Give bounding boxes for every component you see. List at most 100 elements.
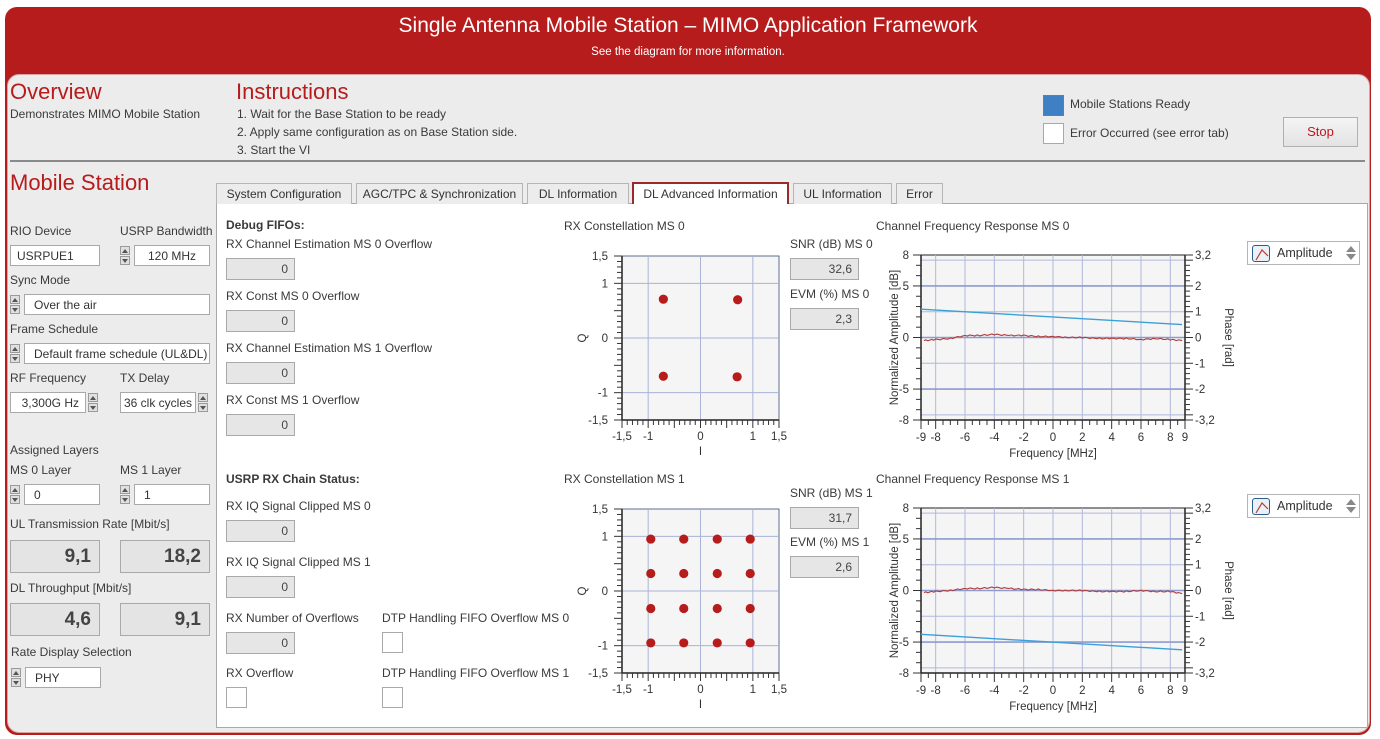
frame-schedule-label: Frame Schedule — [10, 322, 99, 336]
chevron-up-icon[interactable] — [1346, 499, 1356, 505]
error-occurred-label: Error Occurred (see error tab) — [1070, 126, 1229, 140]
chevron-down-icon[interactable] — [1346, 507, 1356, 513]
constellation-point — [712, 638, 722, 648]
rio-device-input[interactable]: USRPUE1 — [10, 245, 100, 266]
decrement-icon[interactable] — [10, 495, 20, 504]
tx-delay-stepper[interactable] — [198, 393, 208, 413]
constellation-point — [712, 603, 722, 614]
decrement-icon[interactable] — [120, 256, 130, 265]
tx-delay-label: TX Delay — [120, 371, 170, 385]
x-tick-label: 9 — [1182, 685, 1188, 697]
chevron-up-icon[interactable] — [1346, 246, 1356, 252]
ms1-layer-label: MS 1 Layer — [120, 463, 182, 477]
amplitude-plot-icon — [1252, 498, 1270, 515]
x-axis-label: I — [699, 699, 702, 711]
rf-frequency-input[interactable]: 3,300G Hz — [10, 392, 86, 413]
increment-icon[interactable] — [120, 485, 130, 494]
y-tick-label: -8 — [899, 415, 909, 427]
y2-tick-label: -1 — [1195, 358, 1205, 370]
decrement-icon[interactable] — [88, 403, 98, 412]
legend-stepper[interactable] — [1346, 244, 1356, 264]
tab-dl-advanced-information[interactable]: DL Advanced Information — [632, 182, 789, 204]
constellation-point — [732, 372, 742, 382]
error-occurred-led — [1043, 123, 1064, 144]
clipped-ms1-label: RX IQ Signal Clipped MS 1 — [226, 555, 371, 569]
app-title: Single Antenna Mobile Station – MIMO App… — [398, 14, 978, 37]
tab-dl-information[interactable]: DL Information — [527, 183, 629, 204]
sync-mode-stepper[interactable] — [10, 295, 20, 315]
ul-rate-ms1-value: 18,2 — [120, 540, 210, 573]
rf-frequency-stepper[interactable] — [88, 393, 98, 413]
increment-icon[interactable] — [10, 485, 20, 494]
legend-stepper[interactable] — [1346, 497, 1356, 517]
constellation-point — [745, 534, 755, 544]
x-tick-label: 2 — [1079, 432, 1085, 444]
increment-icon[interactable] — [10, 295, 20, 304]
rate-display-select[interactable]: PHY — [25, 667, 101, 688]
x-tick-label: -6 — [960, 685, 970, 697]
y2-tick-label: -3,2 — [1195, 415, 1215, 427]
tab-agc-tpc-synchronization[interactable]: AGC/TPC & Synchronization — [356, 183, 523, 204]
ms1-layer-input[interactable]: 1 — [134, 484, 210, 505]
decrement-icon[interactable] — [120, 495, 130, 504]
chevron-down-icon[interactable] — [1346, 254, 1356, 260]
constellation-point — [679, 568, 689, 579]
assigned-layers-label: Assigned Layers — [10, 443, 99, 457]
rx-overflow-led — [226, 687, 247, 708]
y-axis-label: Normalized Amplitude [dB] — [889, 523, 901, 659]
tab-ul-information[interactable]: UL Information — [793, 183, 892, 204]
snr-ms1-value: 31,7 — [790, 507, 859, 529]
evm-ms0-label: EVM (%) MS 0 — [790, 287, 870, 301]
usrp-bandwidth-stepper[interactable] — [120, 246, 130, 266]
y-tick-label: -1 — [598, 641, 608, 653]
increment-icon[interactable] — [11, 668, 21, 677]
frame-schedule-stepper[interactable] — [10, 344, 20, 364]
decrement-icon[interactable] — [10, 354, 20, 363]
ms0-layer-input[interactable]: 0 — [24, 484, 100, 505]
ms0-layer-stepper[interactable] — [10, 485, 20, 505]
sync-mode-select[interactable]: Over the air — [24, 294, 210, 315]
decrement-icon[interactable] — [10, 305, 20, 314]
overview-heading: Overview — [10, 79, 102, 104]
stop-button[interactable]: Stop — [1283, 117, 1358, 147]
x-tick-label: -1 — [643, 431, 653, 443]
tab-error[interactable]: Error — [896, 183, 943, 204]
increment-icon[interactable] — [198, 393, 208, 402]
tab-system-configuration[interactable]: System Configuration — [216, 183, 352, 204]
y2-tick-label: 1 — [1195, 560, 1201, 572]
decrement-icon[interactable] — [11, 678, 21, 687]
fifo-value: 0 — [226, 362, 295, 384]
rate-display-stepper[interactable] — [11, 668, 21, 688]
snr-ms1-label: SNR (dB) MS 1 — [790, 486, 873, 500]
x-tick-label: -9 — [916, 432, 926, 444]
y-tick-label: -1 — [598, 388, 608, 400]
y2-tick-label: 3,2 — [1195, 503, 1211, 515]
constellation-point — [712, 568, 722, 579]
constellation-point — [679, 534, 689, 544]
x-tick-label: 1,5 — [771, 684, 787, 696]
x-axis-label: I — [699, 446, 702, 458]
tx-delay-input[interactable]: 36 clk cycles — [120, 392, 196, 413]
constellation-point — [646, 603, 656, 614]
ms1-layer-stepper[interactable] — [120, 485, 130, 505]
x-tick-label: 8 — [1167, 685, 1173, 697]
increment-icon[interactable] — [120, 246, 130, 255]
legend-selection: Amplitude — [1277, 499, 1333, 513]
usrp-bandwidth-input[interactable]: 120 MHz — [134, 245, 210, 266]
constellation-point — [658, 371, 668, 381]
plot-legend-ms1[interactable]: Amplitude — [1247, 494, 1360, 518]
increment-icon[interactable] — [88, 393, 98, 402]
instructions-heading: Instructions — [236, 79, 349, 104]
dtp-ms0-led — [382, 632, 403, 653]
y2-tick-label: -2 — [1195, 384, 1205, 396]
overview-description: Demonstrates MIMO Mobile Station — [10, 107, 201, 121]
frame-schedule-select[interactable]: Default frame schedule (UL&DL) — [24, 343, 210, 364]
constellation-ms0-chart: -1,5 -1 0 1 1,5 1,5 1 0 -1 -1,5 I Q — [577, 251, 787, 458]
rate-display-label: Rate Display Selection — [11, 645, 132, 659]
channel-response-ms0-chart: -9 -8 -6 -4 -2 0 2 4 6 8 9850-5-83,2210-1-2-3,2Fre… — [889, 250, 1234, 460]
plot-legend-ms0[interactable]: Amplitude — [1247, 241, 1360, 265]
rf-frequency-label: RF Frequency — [10, 371, 87, 385]
increment-icon[interactable] — [10, 344, 20, 353]
x-tick-label: 1 — [750, 684, 756, 696]
decrement-icon[interactable] — [198, 403, 208, 412]
